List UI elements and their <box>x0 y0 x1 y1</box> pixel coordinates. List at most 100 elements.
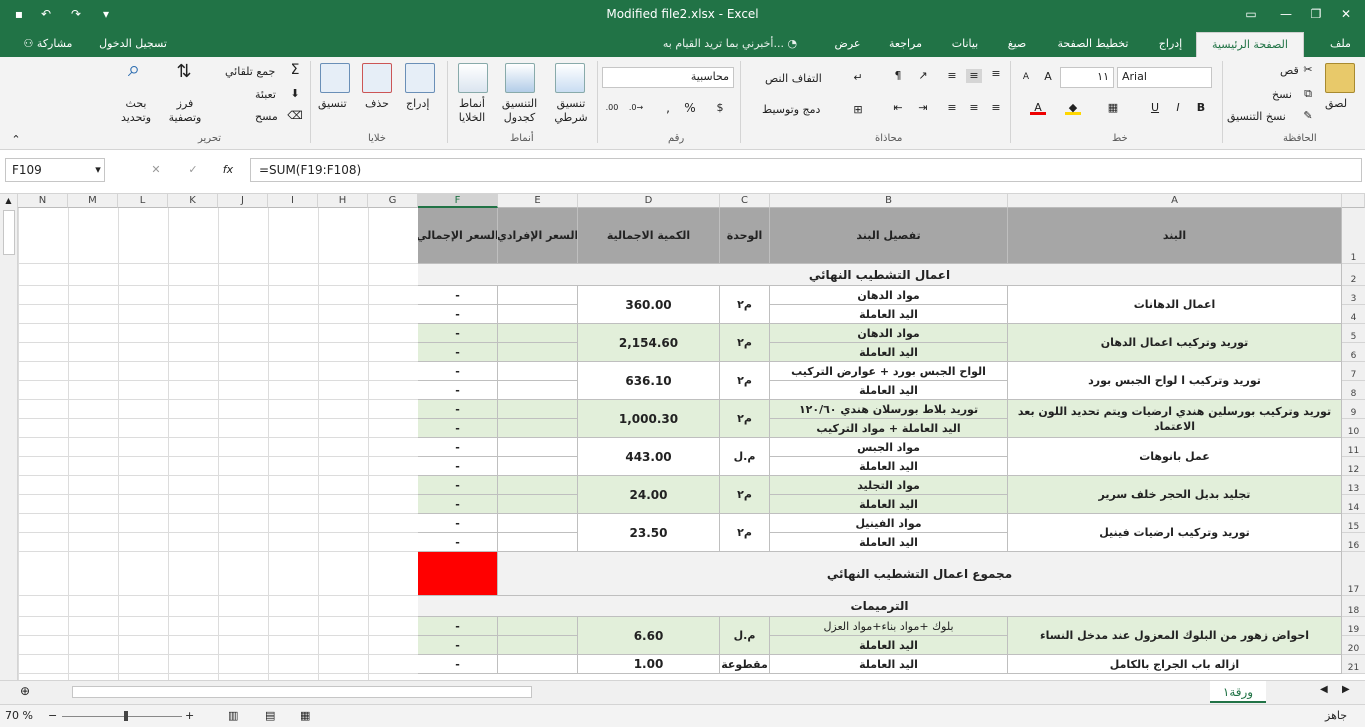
item-unit[interactable]: م٢ <box>720 476 770 514</box>
tab-view[interactable]: عرض <box>825 30 870 57</box>
signin-link[interactable]: تسجيل الدخول <box>88 30 178 57</box>
item-name[interactable]: توريد وتركيب بورسلين هندي ارضيات ويتم تح… <box>1008 400 1342 438</box>
item-name[interactable]: اعمال الدهانات <box>1008 286 1342 324</box>
merge-center-button[interactable]: دمج وتوسيط <box>762 103 820 116</box>
total-cell[interactable]: - <box>418 514 498 533</box>
total-cell[interactable]: - <box>418 381 498 400</box>
tab-file[interactable]: ملف <box>1318 30 1363 57</box>
item-name[interactable]: توريد وتركيب اعمال الدهان <box>1008 324 1342 362</box>
number-format-combo[interactable]: محاسبية <box>602 67 734 88</box>
unit-price-cell[interactable] <box>498 495 578 514</box>
item-name[interactable]: توريد وتركيب ارضيات فينيل <box>1008 514 1342 552</box>
unit-price-cell[interactable] <box>498 476 578 495</box>
row-header-5[interactable]: 5 <box>1342 324 1365 343</box>
item-detail[interactable]: مواد الدهان <box>770 324 1008 343</box>
redo-icon[interactable]: ↷ <box>65 4 87 24</box>
header-item[interactable]: البند <box>1008 208 1342 264</box>
row-header-9[interactable]: 9 <box>1342 400 1365 419</box>
item-name[interactable]: عمل بانوهات <box>1008 438 1342 476</box>
item-detail[interactable]: توريد بلاط بورسلان هندي ١٢٠/٦٠ <box>770 400 1008 419</box>
column-header-m[interactable]: M <box>68 194 118 208</box>
row-header-1[interactable]: 1 <box>1342 208 1365 264</box>
column-header-h[interactable]: H <box>318 194 368 208</box>
row-header-4[interactable]: 4 <box>1342 305 1365 324</box>
item-unit[interactable]: م٢ <box>720 324 770 362</box>
row-header-3[interactable]: 3 <box>1342 286 1365 305</box>
total-cell[interactable]: - <box>418 419 498 438</box>
select-all-corner[interactable] <box>1342 194 1365 208</box>
align-bottom-icon[interactable]: ≡ <box>944 69 960 83</box>
row-header-15[interactable]: 15 <box>1342 514 1365 533</box>
header-unit[interactable]: الوحدة <box>720 208 770 264</box>
align-center-icon[interactable]: ≡ <box>966 101 982 115</box>
row-header-6[interactable]: 6 <box>1342 343 1365 362</box>
decrease-font-icon[interactable]: A <box>1018 70 1034 84</box>
borders-icon[interactable]: ▦ <box>1105 101 1121 115</box>
insert-cells-button[interactable]: إدراج <box>406 97 429 110</box>
horizontal-scrollbar[interactable] <box>72 686 532 698</box>
header-qty[interactable]: الكمية الاجمالية <box>578 208 720 264</box>
item-qty[interactable]: 636.10 <box>578 362 720 400</box>
tab-data[interactable]: بيانات <box>940 30 990 57</box>
vertical-scroll-thumb[interactable] <box>3 210 15 255</box>
increase-font-icon[interactable]: A <box>1040 70 1056 84</box>
zoom-slider[interactable] <box>62 716 182 717</box>
zoom-out-icon[interactable]: − <box>48 709 57 722</box>
enter-icon[interactable]: ✓ <box>185 163 201 177</box>
unit-price-cell[interactable] <box>498 457 578 476</box>
autosum-button[interactable]: جمع تلقائي <box>225 65 275 78</box>
insert-function-button[interactable]: fx <box>220 163 236 177</box>
row-header-16[interactable]: 16 <box>1342 533 1365 552</box>
item-detail[interactable]: اليد العاملة <box>770 636 1008 655</box>
unit-price-cell[interactable] <box>498 533 578 552</box>
tab-formulas[interactable]: صيغ <box>997 30 1037 57</box>
unit-price-cell[interactable] <box>498 514 578 533</box>
item-detail[interactable]: اليد العاملة <box>770 533 1008 552</box>
undo-icon[interactable]: ↶ <box>35 4 57 24</box>
total-cell[interactable]: - <box>418 438 498 457</box>
row-header-2[interactable]: 2 <box>1342 264 1365 286</box>
bold-button[interactable]: B <box>1193 101 1209 115</box>
column-header-f[interactable]: F <box>418 194 498 208</box>
comma-button[interactable]: , <box>660 101 676 115</box>
align-top-icon[interactable]: ≡ <box>988 67 1004 81</box>
row-header-19[interactable]: 19 <box>1342 617 1365 636</box>
column-header-a[interactable]: A <box>1008 194 1342 208</box>
indent-decrease-icon[interactable]: ⇤ <box>890 101 906 115</box>
rtl-icon[interactable]: ¶ <box>890 69 906 83</box>
clear-button[interactable]: مسح <box>255 110 278 123</box>
italic-button[interactable]: I <box>1170 101 1186 115</box>
sheet-nav-prev-icon[interactable]: ◀ <box>1320 684 1328 695</box>
column-header-b[interactable]: B <box>770 194 1008 208</box>
item-name[interactable]: تجليد بديل الحجر خلف سرير <box>1008 476 1342 514</box>
format-painter-button[interactable]: نسخ التنسيق <box>1227 110 1286 123</box>
item-qty[interactable]: 360.00 <box>578 286 720 324</box>
item-detail[interactable]: مواد الفينيل <box>770 514 1008 533</box>
align-left-icon[interactable]: ≡ <box>944 101 960 115</box>
tab-page-layout[interactable]: تخطيط الصفحة <box>1048 30 1138 57</box>
column-header-g[interactable]: G <box>368 194 418 208</box>
orientation-icon[interactable]: ↗ <box>915 69 931 83</box>
item-detail[interactable]: الواح الجبس بورد + عوارض التركيب <box>770 362 1008 381</box>
currency-icon[interactable]: $ <box>712 101 728 115</box>
row-header-18[interactable]: 18 <box>1342 596 1365 617</box>
item-name[interactable]: توريد وتركيب ا لواح الجبس بورد <box>1008 362 1342 400</box>
align-middle-icon[interactable]: ≡ <box>966 69 982 83</box>
tab-review[interactable]: مراجعة <box>878 30 933 57</box>
total-cell[interactable]: - <box>418 495 498 514</box>
total-cell[interactable]: - <box>418 362 498 381</box>
item-qty[interactable]: 24.00 <box>578 476 720 514</box>
row-header-13[interactable]: 13 <box>1342 476 1365 495</box>
indent-increase-icon[interactable]: ⇥ <box>915 101 931 115</box>
font-color-icon[interactable]: A <box>1030 101 1046 115</box>
font-name-combo[interactable]: Arial <box>1117 67 1212 88</box>
item-qty[interactable]: 443.00 <box>578 438 720 476</box>
unit-price-cell[interactable] <box>498 655 578 674</box>
row-header-17[interactable]: 17 <box>1342 552 1365 596</box>
item-qty[interactable]: 1.00 <box>578 655 720 674</box>
item-unit[interactable]: م٢ <box>720 400 770 438</box>
zoom-in-icon[interactable]: + <box>185 709 194 722</box>
unit-price-cell[interactable] <box>498 419 578 438</box>
item-detail[interactable]: مواد التجليد <box>770 476 1008 495</box>
tell-me-box[interactable]: أخبرني بما تريد القيام به... ◔ <box>640 30 820 57</box>
